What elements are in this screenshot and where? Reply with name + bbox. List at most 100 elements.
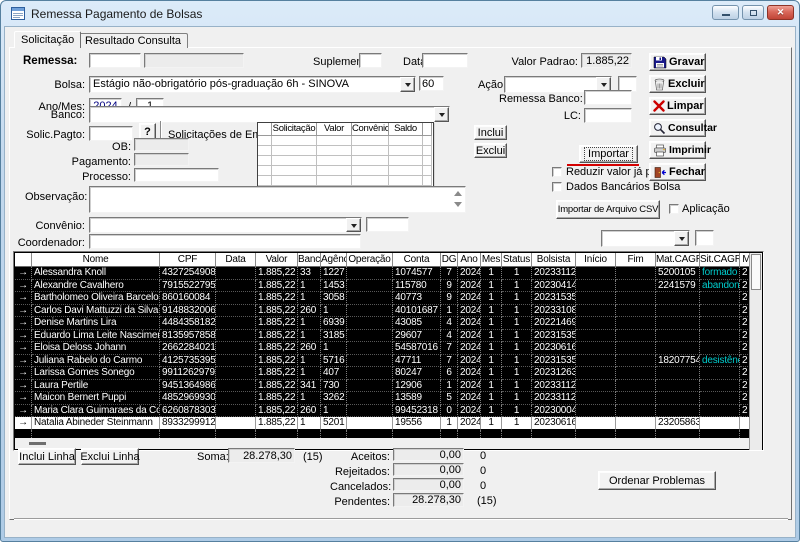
ordenar-problemas-button[interactable]: Ordenar Problemas bbox=[598, 471, 716, 490]
convenio-combobox[interactable] bbox=[89, 217, 362, 233]
aplicacao-code-input[interactable] bbox=[695, 230, 714, 246]
empenhos-grid[interactable]: SolicitaçãoValorConvênioSaldo bbox=[257, 122, 434, 189]
grid-column-header[interactable]: Mat.CAGR bbox=[656, 253, 700, 267]
grid-cell bbox=[576, 417, 616, 430]
grid-cell bbox=[616, 267, 656, 280]
grid-column-header[interactable]: DG bbox=[441, 253, 458, 267]
data-input[interactable] bbox=[422, 53, 468, 68]
imprimir-button[interactable]: Imprimir bbox=[649, 141, 706, 159]
maximize-button[interactable] bbox=[742, 5, 764, 20]
grid-column-header[interactable]: Conta bbox=[393, 253, 441, 267]
grid-cell: 202331123 bbox=[532, 392, 576, 405]
convenio-dropdown-arrow-icon[interactable] bbox=[346, 218, 361, 232]
aplicacao-combobox[interactable] bbox=[601, 230, 690, 247]
grid-row[interactable]: →Maria Clara Guimaraes da Costa Moura626… bbox=[15, 405, 750, 418]
empenhos-row[interactable] bbox=[258, 166, 433, 176]
grid-row[interactable]: →Alessandra Knoll43272549081.885,2233122… bbox=[15, 267, 750, 280]
observacao-scroll-up-icon[interactable] bbox=[454, 191, 462, 196]
grid-column-header[interactable]: Sit.CAGR bbox=[700, 253, 740, 267]
processo-input[interactable] bbox=[134, 168, 219, 182]
bolsistas-grid[interactable]: NomeCPFDataValorBancoAgênciaOperaçãoCont… bbox=[13, 251, 764, 451]
grid-cell bbox=[216, 342, 256, 355]
grid-cell: → bbox=[15, 380, 32, 393]
grid-column-header[interactable]: Fim bbox=[616, 253, 656, 267]
lc-input[interactable] bbox=[584, 108, 632, 123]
inclui-button[interactable]: Inclui bbox=[474, 125, 507, 140]
suplementar-input[interactable] bbox=[359, 53, 382, 68]
grid-row[interactable]: →Denise Martins Lira448435818281.885,221… bbox=[15, 317, 750, 330]
grid-column-header[interactable]: Agência bbox=[321, 253, 347, 267]
grid-row[interactable]: →Laura Pertile94513649861.885,2234173012… bbox=[15, 380, 750, 393]
grid-column-header[interactable]: Ano bbox=[458, 253, 481, 267]
bolsa-dropdown-arrow-icon[interactable] bbox=[400, 77, 415, 92]
grid-row[interactable]: →Carlos Davi Mattuzzi da Silva9148832006… bbox=[15, 305, 750, 318]
banco-dropdown-arrow-icon[interactable] bbox=[434, 107, 449, 122]
importar-csv-button[interactable]: Importar de Arquivo CSV bbox=[556, 200, 660, 219]
pagamento-field bbox=[134, 153, 189, 166]
remessa-banco-input[interactable] bbox=[584, 90, 632, 105]
gravar-button[interactable]: Gravar bbox=[649, 53, 706, 71]
empenhos-row[interactable] bbox=[258, 136, 433, 146]
remessa-input[interactable] bbox=[89, 53, 141, 68]
reduzir-checkbox[interactable] bbox=[552, 167, 562, 177]
excluir-button[interactable]: Excluir bbox=[649, 75, 706, 93]
grid-column-header[interactable]: Mes bbox=[481, 253, 502, 267]
grid-column-header[interactable]: Início bbox=[576, 253, 616, 267]
observacao-scroll-down-icon[interactable] bbox=[454, 202, 462, 207]
coordenador-input[interactable] bbox=[89, 234, 361, 249]
exclui-button[interactable]: Exclui bbox=[474, 143, 507, 158]
vertical-scrollbar[interactable] bbox=[749, 253, 762, 450]
solic-pagto-input[interactable] bbox=[89, 126, 133, 141]
empenhos-row[interactable] bbox=[258, 176, 433, 186]
minimize-button[interactable] bbox=[712, 5, 739, 20]
consultar-button[interactable]: Consultar bbox=[649, 119, 706, 137]
grid-column-header[interactable]: Valor bbox=[256, 253, 298, 267]
grid-cell: 9451364986 bbox=[160, 380, 216, 393]
convenio-code-input[interactable] bbox=[366, 217, 409, 232]
grid-row[interactable]: →Eloisa Deloss Johann26622840211.885,222… bbox=[15, 342, 750, 355]
grid-cell: 1 bbox=[502, 305, 532, 318]
inclui-linha-button[interactable]: Inclui Linha bbox=[18, 448, 76, 465]
grid-cell: 2024 bbox=[458, 342, 481, 355]
grid-column-header[interactable]: Status bbox=[502, 253, 532, 267]
banco-combobox[interactable] bbox=[89, 106, 450, 123]
grid-cell: 1 bbox=[502, 330, 532, 343]
bolsa-combobox[interactable]: Estágio não-obrigatório pós-graduação 6h… bbox=[89, 76, 416, 93]
aplicacao-checkbox[interactable] bbox=[669, 204, 679, 214]
fechar-button[interactable]: Fechar bbox=[649, 163, 706, 181]
exclui-linha-button[interactable]: Exclui Linha bbox=[81, 448, 139, 465]
horizontal-scrollbar-thumb[interactable] bbox=[29, 442, 46, 445]
grid-cell: Natalia Abineder Steinmann bbox=[32, 417, 160, 430]
grid-row[interactable]: →Juliana Rabelo do Carmo41257353951.885,… bbox=[15, 355, 750, 368]
tab-resultado-consulta[interactable]: Resultado Consulta bbox=[78, 33, 188, 48]
grid-row[interactable]: →Bartholomeo Oliveira Barcelos8601600841… bbox=[15, 292, 750, 305]
aplicacao-dropdown-arrow-icon[interactable] bbox=[674, 231, 689, 246]
tab-solicitacao[interactable]: Solicitação bbox=[14, 31, 81, 48]
vertical-scrollbar-thumb[interactable] bbox=[751, 254, 761, 290]
observacao-textarea[interactable] bbox=[89, 186, 466, 213]
grid-column-header[interactable]: Banco bbox=[298, 253, 321, 267]
grid-cell: 91488320063 bbox=[160, 305, 216, 318]
empenhos-row[interactable] bbox=[258, 146, 433, 156]
grid-column-header[interactable]: Data bbox=[216, 253, 256, 267]
titlebar[interactable]: Remessa Pagamento de Bolsas ✕ bbox=[1, 1, 799, 26]
grid-row[interactable]: →Larissa Gomes Sonego99112629791.885,221… bbox=[15, 367, 750, 380]
grid-column-header[interactable] bbox=[15, 253, 32, 267]
grid-row[interactable]: →Natalia Abineder Steinmann89332999121.8… bbox=[15, 417, 750, 430]
grid-column-header[interactable]: Operação bbox=[347, 253, 393, 267]
grid-column-header[interactable]: Bolsista bbox=[532, 253, 576, 267]
grid-cell: 1.885,22 bbox=[256, 342, 298, 355]
importar-button[interactable]: Importar bbox=[579, 145, 638, 163]
grid-column-header[interactable]: CPF bbox=[160, 253, 216, 267]
grid-row[interactable]: →Alexandre Cavalhero791552279531.885,221… bbox=[15, 280, 750, 293]
empenhos-row[interactable] bbox=[258, 156, 433, 166]
limpar-button[interactable]: Limpar bbox=[649, 97, 706, 115]
grid-row[interactable]: →Eduardo Lima Leite Nascimento8135957858… bbox=[15, 330, 750, 343]
grid-column-header[interactable]: Nome bbox=[32, 253, 160, 267]
grid-row[interactable]: →Maicon Bernert Puppi48529699301.885,221… bbox=[15, 392, 750, 405]
close-button[interactable]: ✕ bbox=[767, 5, 794, 20]
dados-bancarios-checkbox[interactable] bbox=[552, 182, 562, 192]
grid-cell: 202312632 bbox=[532, 367, 576, 380]
bolsa-code-input[interactable] bbox=[419, 76, 444, 91]
grid-cell: 2662284021 bbox=[160, 342, 216, 355]
